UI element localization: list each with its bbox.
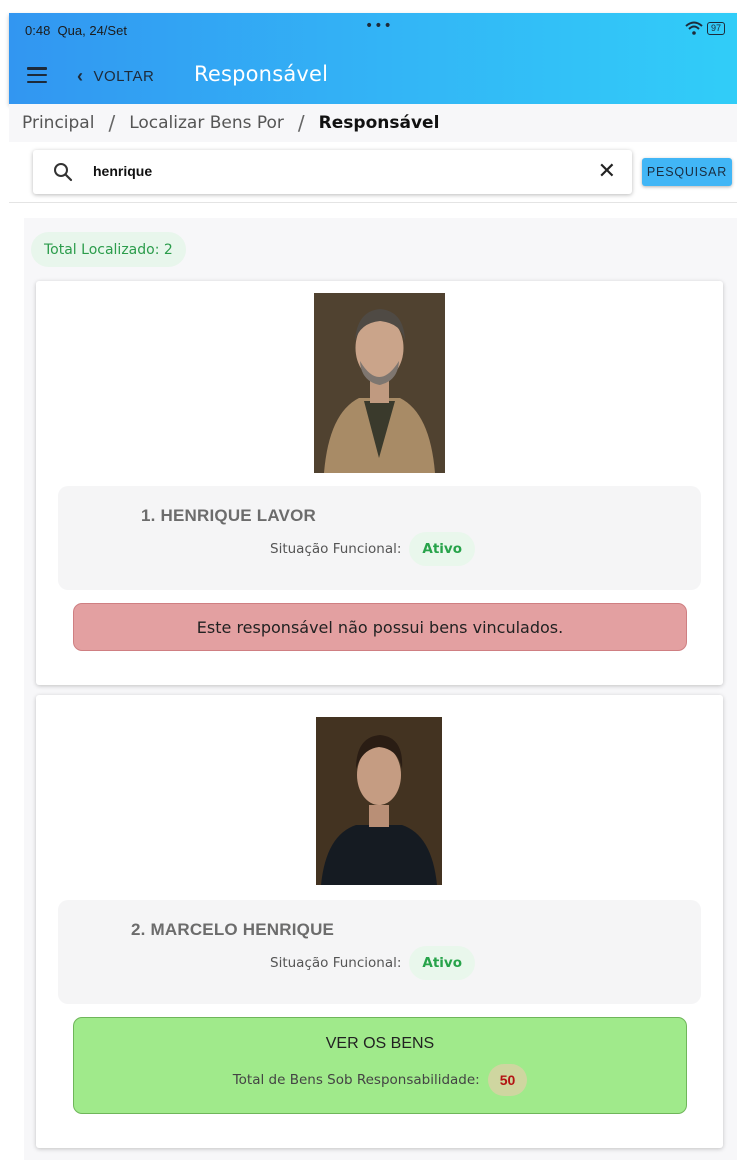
assets-total-label: Total de Bens Sob Responsabilidade: bbox=[232, 1072, 480, 1088]
wifi-icon bbox=[685, 21, 703, 35]
chevron-left-icon: ‹ bbox=[77, 66, 84, 86]
divider bbox=[9, 202, 737, 203]
total-found-badge: Total Localizado: 2 bbox=[31, 232, 186, 267]
status-label: Situação Funcional: bbox=[270, 955, 402, 971]
search-icon bbox=[54, 163, 73, 182]
person-photo bbox=[316, 717, 442, 885]
breadcrumb: Principal / Localizar Bens Por / Respons… bbox=[9, 104, 737, 142]
status-date: Qua, 24/Set bbox=[57, 23, 127, 38]
status-bar-time: 0:48 Qua, 24/Set bbox=[25, 23, 127, 38]
person-name: 1. HENRIQUE LAVOR bbox=[141, 506, 316, 525]
view-assets-label: VER OS BENS bbox=[325, 1035, 435, 1052]
assets-total-row: Total de Bens Sob Responsabilidade: 50 bbox=[74, 1064, 686, 1096]
search-input[interactable] bbox=[93, 160, 573, 182]
search-button[interactable]: PESQUISAR bbox=[642, 158, 732, 186]
back-button[interactable]: ‹ VOLTAR bbox=[77, 66, 154, 87]
battery-icon: 97 bbox=[706, 21, 725, 35]
person-photo bbox=[314, 293, 445, 473]
close-icon[interactable]: ✕ bbox=[598, 161, 616, 183]
breadcrumb-separator: / bbox=[108, 111, 116, 135]
view-assets-button[interactable]: VER OS BENS Total de Bens Sob Responsabi… bbox=[73, 1017, 687, 1114]
status-row: Situação Funcional: Ativo bbox=[270, 532, 475, 566]
breadcrumb-item-localizar[interactable]: Localizar Bens Por bbox=[129, 113, 284, 133]
breadcrumb-separator: / bbox=[297, 111, 305, 135]
app-header: 0:48 Qua, 24/Set ••• 97 ‹ VOLTAR Respons… bbox=[9, 13, 737, 104]
back-label: VOLTAR bbox=[93, 68, 155, 85]
assets-count-badge: 50 bbox=[487, 1064, 528, 1096]
status-label: Situação Funcional: bbox=[270, 541, 402, 557]
breadcrumb-item-principal[interactable]: Principal bbox=[22, 113, 94, 133]
person-name: 2. MARCELO HENRIQUE bbox=[131, 920, 335, 939]
person-info: 2. MARCELO HENRIQUE Situação Funcional: … bbox=[58, 900, 701, 1004]
breadcrumb-item-current: Responsável bbox=[318, 113, 440, 133]
menu-icon[interactable] bbox=[27, 67, 47, 83]
result-card: 2. MARCELO HENRIQUE Situação Funcional: … bbox=[36, 695, 723, 1148]
status-bar-right: 97 bbox=[685, 21, 725, 35]
status-badge: Ativo bbox=[409, 532, 475, 566]
page-title: Responsável bbox=[194, 62, 329, 86]
status-dots: ••• bbox=[365, 18, 393, 34]
no-assets-alert: Este responsável não possui bens vincula… bbox=[73, 603, 687, 651]
status-time: 0:48 bbox=[25, 23, 51, 38]
status-badge: Ativo bbox=[409, 946, 475, 980]
result-card: 1. HENRIQUE LAVOR Situação Funcional: At… bbox=[36, 281, 723, 685]
status-row: Situação Funcional: Ativo bbox=[270, 946, 475, 980]
search-bar: ✕ bbox=[33, 150, 632, 194]
person-info: 1. HENRIQUE LAVOR Situação Funcional: At… bbox=[58, 486, 701, 590]
